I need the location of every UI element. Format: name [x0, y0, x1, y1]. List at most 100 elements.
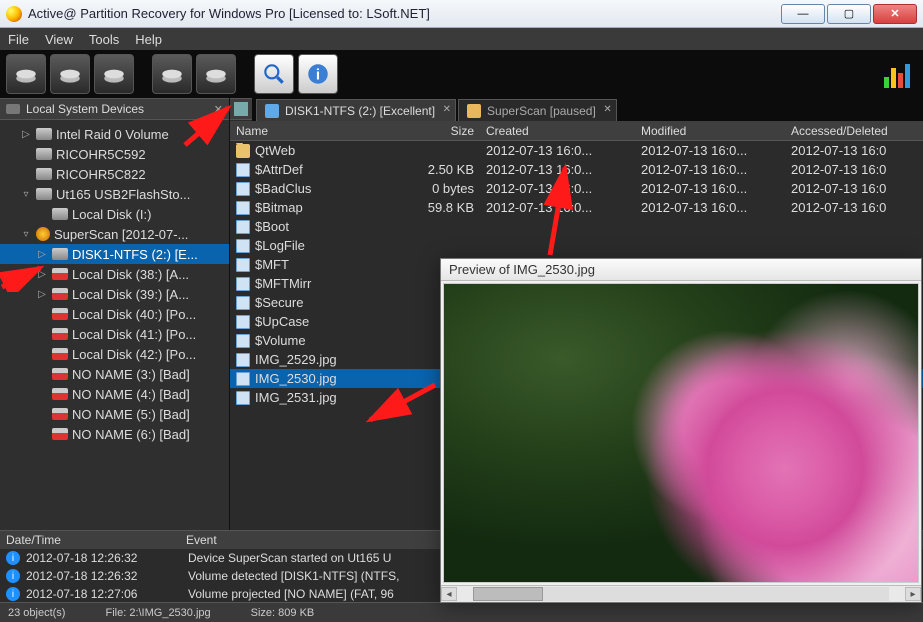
drive-icon	[52, 368, 68, 380]
drive-icon	[36, 168, 52, 180]
file-row[interactable]: $Boot	[230, 217, 923, 236]
tree-item[interactable]: ▿Ut165 USB2FlashSto...	[0, 184, 229, 204]
tree-item-label: RICOHR5C592	[56, 147, 146, 162]
column-size[interactable]: Size	[410, 124, 480, 138]
toolbar-button-2[interactable]	[50, 54, 90, 94]
file-icon	[236, 353, 250, 367]
toolbar-button-5[interactable]	[196, 54, 236, 94]
sidebar-header-label: Local System Devices	[26, 102, 144, 116]
scroll-left-button[interactable]: ◂	[441, 587, 457, 601]
file-row[interactable]: $Bitmap59.8 KB2012-07-13 16:0...2012-07-…	[230, 198, 923, 217]
tab-superscan-icon	[467, 104, 481, 118]
close-button[interactable]: ✕	[873, 4, 917, 24]
drive-icon	[52, 288, 68, 300]
tree-item[interactable]: ▷ Intel Raid 0 Volume	[0, 124, 229, 144]
cell-accessed: 2012-07-13 16:0	[785, 181, 923, 196]
column-modified[interactable]: Modified	[635, 124, 785, 138]
menu-bar: File View Tools Help	[0, 28, 923, 50]
preview-window[interactable]: Preview of IMG_2530.jpg ◂ ▸	[440, 258, 922, 603]
cell-created: 2012-07-13 16:0...	[480, 162, 635, 177]
list-view-icon[interactable]	[234, 102, 248, 116]
toolbar-button-1[interactable]	[6, 54, 46, 94]
file-list-header[interactable]: Name Size Created Modified Accessed/Dele…	[230, 121, 923, 141]
expand-arrow-icon[interactable]: ▷	[36, 249, 48, 260]
toolbar-info-button[interactable]: i	[298, 54, 338, 94]
tree-item[interactable]: RICOHR5C592	[0, 144, 229, 164]
drive-icon	[52, 348, 68, 360]
log-column-event[interactable]: Event	[180, 533, 223, 547]
tab-disk1-ntfs[interactable]: DISK1-NTFS (2:) [Excellent] ✕	[256, 99, 456, 121]
drive-icon	[52, 408, 68, 420]
window-buttons: — ▢ ✕	[781, 4, 917, 24]
tree-item[interactable]: Local Disk (40:) [Po...	[0, 304, 229, 324]
expand-arrow-icon[interactable]: ▷	[36, 289, 48, 300]
tree-item[interactable]: Local Disk (42:) [Po...	[0, 344, 229, 364]
file-name: $BadClus	[255, 181, 311, 196]
tree-item-label: Local Disk (42:) [Po...	[72, 347, 196, 362]
tree-item[interactable]: NO NAME (6:) [Bad]	[0, 424, 229, 444]
tab-close-1[interactable]: ✕	[443, 104, 451, 115]
menu-help[interactable]: Help	[135, 32, 162, 47]
tab-close-2[interactable]: ✕	[603, 104, 611, 115]
devices-icon	[6, 104, 20, 114]
tree-item[interactable]: Local Disk (41:) [Po...	[0, 324, 229, 344]
info-icon: i	[6, 587, 20, 601]
scroll-thumb[interactable]	[473, 587, 543, 601]
tree-item-label: Intel Raid 0 Volume	[56, 127, 169, 142]
scroll-track[interactable]	[473, 587, 889, 601]
tree-item[interactable]: ▷ Local Disk (39:) [A...	[0, 284, 229, 304]
tree-item-label: Local Disk (I:)	[72, 207, 151, 222]
maximize-button[interactable]: ▢	[827, 4, 871, 24]
drive-icon	[36, 128, 52, 140]
title-bar: Active@ Partition Recovery for Windows P…	[0, 0, 923, 28]
tree-item[interactable]: ▷ DISK1-NTFS (2:) [E...	[0, 244, 229, 264]
status-bar: 23 object(s) File: 2:\IMG_2530.jpg Size:…	[0, 602, 923, 622]
drive-icon	[36, 227, 50, 241]
tree-item[interactable]: NO NAME (3:) [Bad]	[0, 364, 229, 384]
tree-item[interactable]: RICOHR5C822	[0, 164, 229, 184]
tree-item[interactable]: NO NAME (5:) [Bad]	[0, 404, 229, 424]
menu-tools[interactable]: Tools	[89, 32, 119, 47]
expand-arrow-icon[interactable]: ▷	[36, 269, 48, 280]
tree-item-label: NO NAME (4:) [Bad]	[72, 387, 190, 402]
scroll-right-button[interactable]: ▸	[905, 587, 921, 601]
tree-item-label: DISK1-NTFS (2:) [E...	[72, 247, 198, 262]
tree-item-label: Local Disk (39:) [A...	[72, 287, 189, 302]
expand-arrow-icon[interactable]: ▿	[20, 229, 32, 240]
file-row[interactable]: QtWeb2012-07-13 16:0...2012-07-13 16:0..…	[230, 141, 923, 160]
file-icon	[236, 277, 250, 291]
tree-item[interactable]: NO NAME (4:) [Bad]	[0, 384, 229, 404]
file-row[interactable]: $LogFile	[230, 236, 923, 255]
tree-item[interactable]: Local Disk (I:)	[0, 204, 229, 224]
tree-item-label: Local Disk (40:) [Po...	[72, 307, 196, 322]
cell-accessed: 2012-07-13 16:0	[785, 143, 923, 158]
expand-arrow-icon[interactable]: ▿	[20, 189, 32, 200]
menu-file[interactable]: File	[8, 32, 29, 47]
toolbar-button-3[interactable]	[94, 54, 134, 94]
tree-item[interactable]: ▷Local Disk (38:) [A...	[0, 264, 229, 284]
cell-modified: 2012-07-13 16:0...	[635, 162, 785, 177]
sidebar-close-icon[interactable]: ✕	[214, 103, 223, 116]
toolbar-search-button[interactable]	[254, 54, 294, 94]
preview-scrollbar[interactable]: ◂ ▸	[441, 585, 921, 602]
column-created[interactable]: Created	[480, 124, 635, 138]
log-column-datetime[interactable]: Date/Time	[0, 533, 180, 547]
toolbar-button-4[interactable]	[152, 54, 192, 94]
device-tree[interactable]: ▷ Intel Raid 0 Volume RICOHR5C592 RICOHR5C8…	[0, 120, 229, 530]
file-icon	[236, 391, 250, 405]
tab-superscan[interactable]: SuperScan [paused] ✕	[458, 99, 617, 121]
drive-icon	[52, 428, 68, 440]
column-name[interactable]: Name	[230, 124, 410, 138]
tabs: DISK1-NTFS (2:) [Excellent] ✕ SuperScan …	[252, 98, 923, 121]
tree-item[interactable]: ▿SuperScan [2012-07-...	[0, 224, 229, 244]
minimize-button[interactable]: —	[781, 4, 825, 24]
column-accessed[interactable]: Accessed/Deleted	[785, 124, 923, 138]
expand-arrow-icon[interactable]: ▷	[20, 129, 32, 140]
file-row[interactable]: $BadClus0 bytes2012-07-13 16:0...2012-07…	[230, 179, 923, 198]
tree-item-label: NO NAME (5:) [Bad]	[72, 407, 190, 422]
file-row[interactable]: $AttrDef2.50 KB2012-07-13 16:0...2012-07…	[230, 160, 923, 179]
info-icon: i	[6, 551, 20, 565]
toolbar-chart-icon[interactable]	[877, 54, 917, 94]
menu-view[interactable]: View	[45, 32, 73, 47]
file-name: QtWeb	[255, 143, 295, 158]
